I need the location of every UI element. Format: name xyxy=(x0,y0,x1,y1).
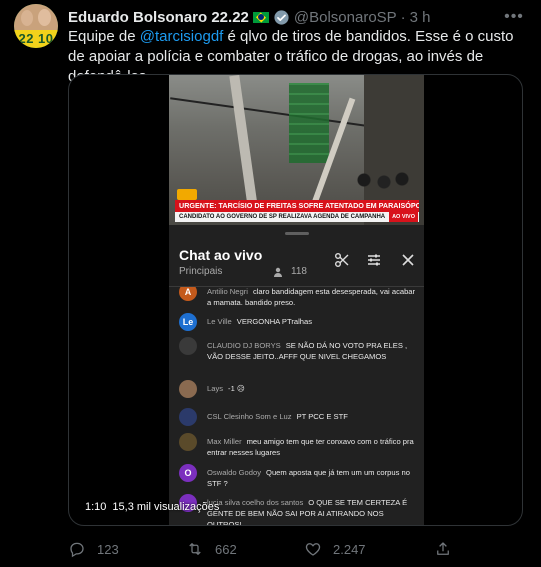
verified-badge-icon xyxy=(274,9,289,25)
chat-avatar[interactable] xyxy=(179,408,197,426)
chat-filter[interactable]: Principais xyxy=(179,266,222,277)
like-count: 2.247 xyxy=(333,541,366,557)
brazil-flag-icon xyxy=(252,11,269,23)
close-icon[interactable] xyxy=(399,251,417,269)
chat-author[interactable]: Max Miller xyxy=(207,437,242,446)
live-tag: AO VIVO xyxy=(389,212,418,222)
viewer-count-value: 118 xyxy=(291,266,307,277)
chat-author[interactable]: Antilio Negri xyxy=(207,287,248,296)
share-button[interactable] xyxy=(434,540,452,558)
user-icon xyxy=(274,267,282,277)
heart-icon xyxy=(305,543,321,556)
filter-settings-icon[interactable] xyxy=(365,251,383,269)
chat-message-body: Lays -1 😥 xyxy=(207,383,419,394)
chat-avatar[interactable]: Le xyxy=(179,313,197,331)
video-meta: 1:10 15,3 mil visualizações xyxy=(85,501,219,513)
author-avatar[interactable]: 22 10 xyxy=(14,4,58,48)
chat-message-body: Max Miller meu amigo tem que ter conxavo … xyxy=(207,436,419,458)
channel-logo xyxy=(177,189,197,200)
chat-message-body: Oswaldo Godoy Quem aposta que já tem um u… xyxy=(207,467,419,489)
chat-avatar[interactable] xyxy=(179,433,197,451)
video-player[interactable]: URGENTE: TARCÍSIO DE FREITAS SOFRE ATENT… xyxy=(68,74,523,526)
avatar-face xyxy=(21,10,33,26)
chat-avatar[interactable] xyxy=(179,337,197,355)
chat-text: PT PCC E STF xyxy=(296,412,348,421)
tweet-actions: 123 662 2.247 xyxy=(68,538,518,560)
chat-message-body: lucia silva coelho dos santos O QUE SE TE… xyxy=(207,497,419,525)
tweet-header: Eduardo Bolsonaro 22.22 @BolsonaroSP · 3… xyxy=(68,7,431,27)
avatar-photo xyxy=(14,4,58,32)
separator-dot: · xyxy=(400,8,406,26)
share-icon xyxy=(437,542,449,555)
live-chat-panel: Chat ao vivo Principais 118 A Antilio Ne… xyxy=(169,225,424,525)
chat-author[interactable]: Lays xyxy=(207,384,223,393)
sub-banner: CANDIDATO AO GOVERNO DE SP REALIZAVA AGE… xyxy=(175,212,419,222)
mention-link[interactable]: @tarcisiogdf xyxy=(140,28,224,45)
chat-text: -1 😥 xyxy=(228,384,245,393)
chat-author[interactable]: CLAUDIO DJ BORYS xyxy=(207,341,281,350)
chat-message-body: CSL Clesinho Som e Luz PT PCC E STF xyxy=(207,411,419,422)
urgent-banner: URGENTE: TARCÍSIO DE FREITAS SOFRE ATENT… xyxy=(175,200,419,212)
avatar-number: 22 10 xyxy=(18,31,54,46)
video-frame: URGENTE: TARCÍSIO DE FREITAS SOFRE ATENT… xyxy=(169,75,424,525)
drag-handle[interactable] xyxy=(285,232,309,235)
author-handle[interactable]: @BolsonaroSP xyxy=(294,9,397,26)
tweet: 22 10 Eduardo Bolsonaro 22.22 @Bolsonaro… xyxy=(0,0,541,567)
avatar-face xyxy=(38,9,51,26)
retweet-icon xyxy=(189,543,201,555)
scissors-icon[interactable] xyxy=(333,251,351,269)
news-ticker: URGENTE: TARCÍSIO DE FREITAS SOFRE ATENT… xyxy=(169,189,424,225)
chat-messages: A Antilio Negri claro bandidagem esta dese… xyxy=(169,287,424,525)
video-views: 15,3 mil visualizações xyxy=(112,501,220,513)
chat-author[interactable]: CSL Clesinho Som e Luz xyxy=(207,412,292,421)
chat-text: VERGONHA PTralhas xyxy=(236,317,313,326)
author-name[interactable]: Eduardo Bolsonaro 22.22 xyxy=(68,9,249,26)
chat-message-body: Le Ville VERGONHA PTralhas xyxy=(207,316,419,327)
reply-button[interactable]: 123 xyxy=(68,540,186,558)
like-button[interactable]: 2.247 xyxy=(304,540,434,558)
chat-title: Chat ao vivo xyxy=(179,247,263,263)
reply-count: 123 xyxy=(97,541,119,557)
chat-author[interactable]: Oswaldo Godoy xyxy=(207,468,261,477)
retweet-count: 662 xyxy=(215,541,237,557)
chat-message-body: CLAUDIO DJ BORYS SE NÃO DÁ NO VOTO PRA EL… xyxy=(207,340,419,362)
retweet-button[interactable]: 662 xyxy=(186,540,304,558)
chat-author[interactable]: lucia silva coelho dos santos xyxy=(207,498,303,507)
more-options-icon[interactable]: ••• xyxy=(503,6,525,28)
tweet-text-before: Equipe de xyxy=(68,28,140,45)
chat-author[interactable]: Le Ville xyxy=(207,317,232,326)
tweet-time[interactable]: 3 h xyxy=(410,9,431,26)
chat-avatar[interactable]: A xyxy=(179,287,197,301)
scene-crates xyxy=(289,83,329,163)
reply-icon xyxy=(70,542,84,558)
chat-message-body: Antilio Negri claro bandidagem esta deses… xyxy=(207,287,419,308)
viewer-count: 118 xyxy=(273,266,307,277)
video-duration: 1:10 xyxy=(85,501,107,513)
chat-avatar[interactable] xyxy=(179,380,197,398)
chat-avatar[interactable]: O xyxy=(179,464,197,482)
